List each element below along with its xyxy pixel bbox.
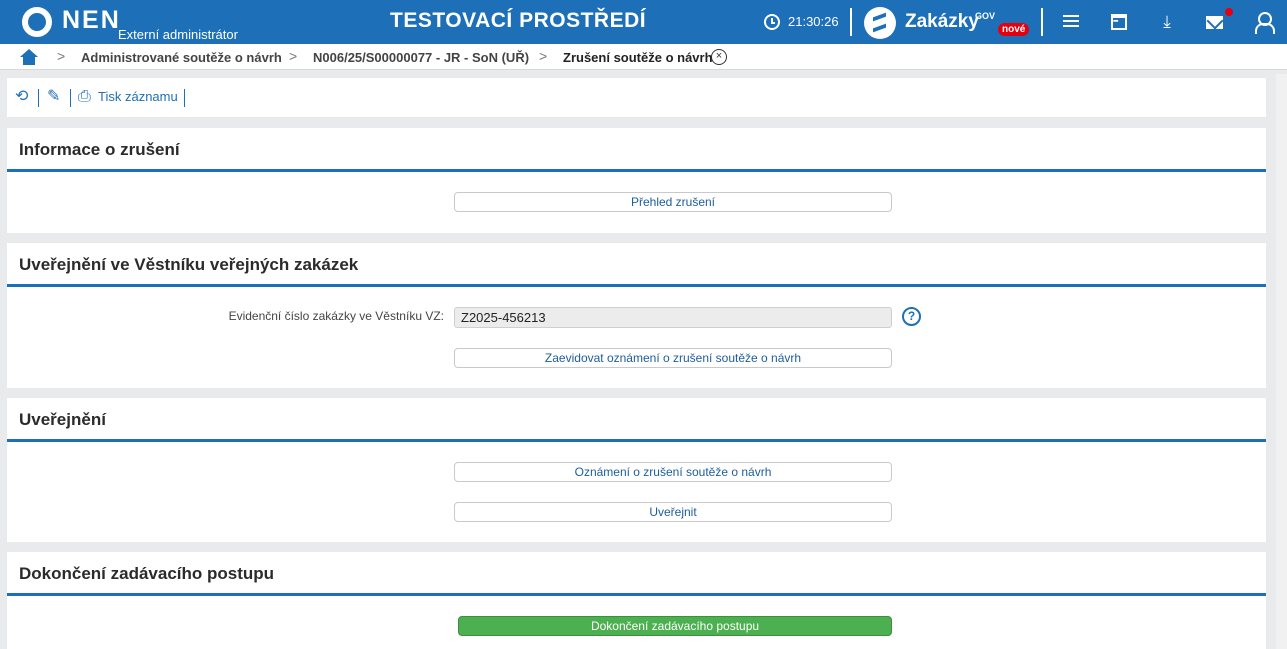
breadcrumb-item-current: Zrušení soutěže o návrh	[563, 50, 713, 65]
nen-logo-icon[interactable]	[22, 7, 52, 37]
notification-dot	[1225, 8, 1233, 16]
register-notice-button[interactable]: Zaevidovat oznámení o zrušení soutěže o …	[454, 348, 892, 368]
session-time: 21:30:26	[788, 14, 839, 29]
top-bar: NEN Externí administrátor TESTOVACÍ PROS…	[0, 0, 1287, 44]
gov-label: GOV	[975, 11, 996, 21]
header-divider	[1041, 8, 1043, 36]
chevron-right-icon: >	[539, 48, 548, 64]
toolbar-divider	[70, 89, 71, 107]
section-title: Uveřejnění	[19, 410, 106, 429]
section-title: Dokončení zadávacího postupu	[19, 564, 275, 583]
zakazky-logo-icon[interactable]	[864, 7, 896, 39]
toolbar-divider	[38, 89, 39, 107]
action-toolbar: ⟲ ✎ ⎙ Tisk záznamu	[7, 78, 1266, 117]
mail-icon[interactable]	[1206, 16, 1223, 29]
chevron-right-icon: >	[289, 48, 298, 64]
print-record-button[interactable]: Tisk záznamu	[98, 89, 178, 104]
home-icon[interactable]	[20, 49, 38, 65]
breadcrumb-item-tender[interactable]: N006/25/S00000077 - JR - SoN (UŘ)	[313, 50, 529, 65]
edit-icon[interactable]: ✎	[47, 89, 60, 105]
section-divider	[7, 593, 1266, 596]
cancellation-notice-button[interactable]: Oznámení o zrušení soutěže o návrh	[454, 462, 892, 482]
clock-icon	[764, 14, 780, 30]
zakazky-link[interactable]: Zakázky	[905, 11, 979, 33]
cancellation-overview-button[interactable]: Přehled zrušení	[454, 192, 892, 212]
section-vestnik-publication: Uveřejnění ve Věstníku veřejných zakázek…	[7, 243, 1266, 388]
breadcrumb-item-competitions[interactable]: Administrované soutěže o návrh	[81, 50, 282, 65]
scrollbar[interactable]	[1276, 74, 1287, 649]
header-divider	[850, 8, 852, 36]
section-divider	[7, 169, 1266, 172]
chevron-right-icon: >	[57, 48, 66, 64]
publish-button[interactable]: Uveřejnit	[454, 502, 892, 522]
refresh-icon[interactable]: ⟲	[15, 89, 28, 105]
help-icon[interactable]: ?	[902, 307, 921, 326]
environment-title: TESTOVACÍ PROSTŘEDÍ	[390, 9, 647, 32]
section-divider	[7, 284, 1266, 287]
close-tab-icon[interactable]: ×	[711, 49, 727, 65]
new-badge: nové	[998, 23, 1030, 36]
section-cancellation-info: Informace o zrušení Přehled zrušení	[7, 128, 1266, 233]
download-icon[interactable]: ⤓	[1157, 12, 1177, 32]
section-publication: Uveřejnění Oznámení o zrušení soutěže o …	[7, 398, 1266, 542]
complete-procedure-button[interactable]: Dokončení zadávacího postupu	[458, 616, 892, 636]
print-icon[interactable]: ⎙	[78, 89, 91, 105]
breadcrumb: > Administrované soutěže o návrh > N006/…	[0, 44, 1287, 70]
section-title: Informace o zrušení	[19, 140, 180, 159]
vestnik-number-field[interactable]: Z2025-456213	[454, 307, 892, 328]
toolbar-divider	[184, 89, 185, 107]
section-title: Uveřejnění ve Věstníku veřejných zakázek	[19, 255, 359, 274]
user-role: Externí administrátor	[118, 27, 238, 42]
section-divider	[7, 439, 1266, 442]
nen-logo-text[interactable]: NEN	[62, 6, 121, 35]
section-procedure-completion: Dokončení zadávacího postupu Dokončení z…	[7, 552, 1266, 649]
calendar-icon[interactable]	[1111, 14, 1127, 30]
vestnik-number-label: Evidenční číslo zakázky ve Věstníku VZ:	[228, 309, 444, 323]
menu-icon[interactable]	[1061, 12, 1081, 32]
user-icon[interactable]	[1255, 12, 1275, 34]
